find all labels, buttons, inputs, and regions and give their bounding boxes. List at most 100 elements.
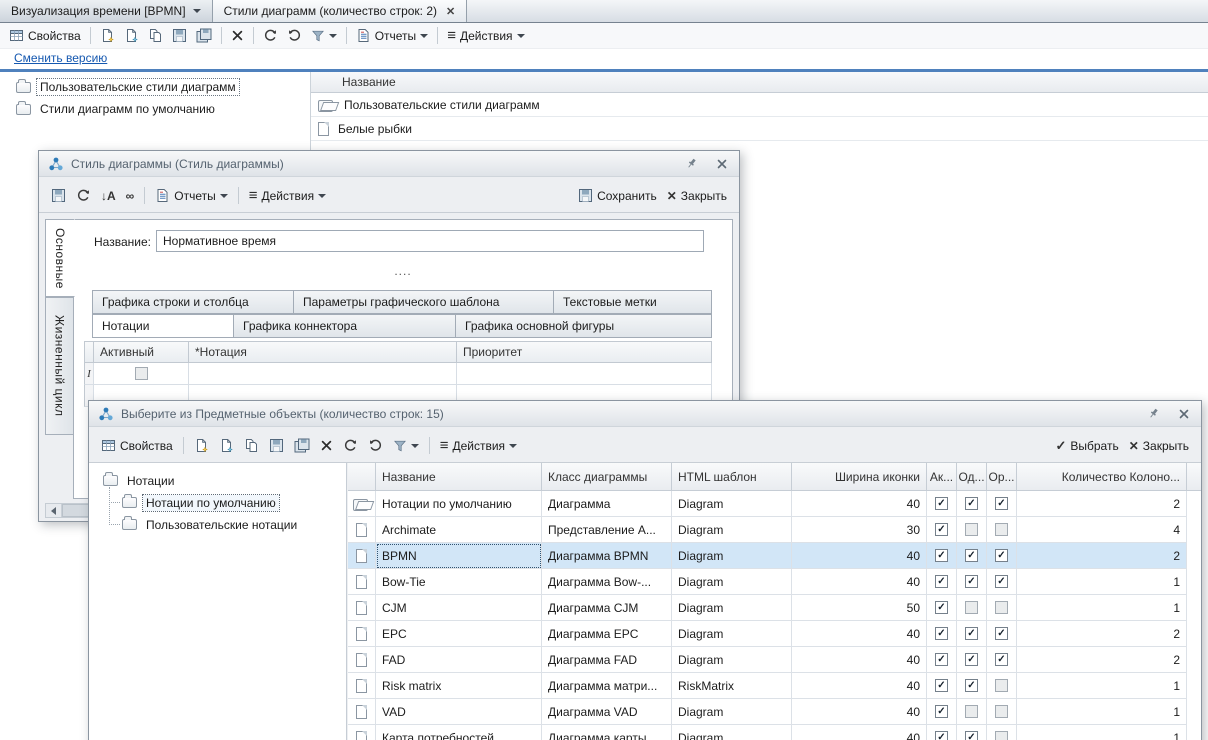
column-header-active[interactable]: Активный (94, 341, 189, 363)
reports-button[interactable]: Отчеты (353, 27, 431, 44)
tree-node-user-notations[interactable]: Пользовательские нотации (122, 515, 300, 534)
list-row-user-styles[interactable]: Пользовательские стили диаграмм (311, 93, 1208, 117)
grid-row-bow-tie[interactable]: Bow-Tie Диаграмма Bow-... Diagram 40 ✓ ✓… (348, 569, 1201, 595)
save-all-button[interactable] (291, 437, 313, 454)
grid-row-risk-matrix[interactable]: Risk matrix Диаграмма матри... RiskMatri… (348, 673, 1201, 699)
checkbox[interactable] (965, 601, 978, 614)
grid-row-default-notations[interactable]: Нотации по умолчанию Диаграмма Diagram 4… (348, 491, 1201, 517)
pin-button[interactable] (683, 157, 699, 171)
close-dialog-button[interactable] (1176, 407, 1192, 421)
pin-button[interactable] (1145, 407, 1161, 421)
dialog-titlebar[interactable]: Стиль диаграммы (Стиль диаграммы) (39, 151, 739, 177)
side-tab-general[interactable]: Основные (45, 219, 75, 297)
tree-item-user-styles[interactable]: Пользовательские стили диаграмм (16, 79, 239, 95)
checkbox[interactable] (965, 523, 978, 536)
tab-main-figure-graphics[interactable]: Графика основной фигуры (456, 314, 712, 338)
grid-row-cjm[interactable]: CJM Диаграмма CJM Diagram 50 ✓ 1 (348, 595, 1201, 621)
refresh-button[interactable] (340, 437, 361, 454)
checkbox[interactable] (995, 705, 1008, 718)
checkbox[interactable] (995, 731, 1008, 740)
copy-document-button[interactable] (145, 27, 166, 44)
grid-row-needs-map[interactable]: Карта потребностей Диаграмма карты... Di… (348, 725, 1201, 740)
column-header-name[interactable]: Название (376, 463, 542, 491)
close-tab-icon[interactable]: ✕ (446, 5, 455, 18)
new-from-template-button[interactable] (121, 27, 142, 44)
checkbox[interactable]: ✓ (935, 731, 948, 740)
delete-button[interactable] (228, 28, 247, 43)
checkbox[interactable]: ✓ (995, 653, 1008, 666)
checkbox[interactable]: ✓ (965, 627, 978, 640)
column-header-diagram-class[interactable]: Класс диаграммы (542, 463, 672, 491)
column-header-html-template[interactable]: HTML шаблон (672, 463, 792, 491)
checkbox[interactable] (995, 601, 1008, 614)
actions-button[interactable]: ≡ Действия (444, 27, 527, 44)
change-version-link[interactable]: Сменить версию (14, 51, 107, 65)
close-button[interactable]: ✕ Закрыть (664, 188, 730, 204)
select-button[interactable]: ✓ Выбрать (1052, 438, 1121, 454)
delete-button[interactable] (317, 438, 336, 453)
close-button[interactable]: ✕ Закрыть (1126, 438, 1192, 454)
save-all-button[interactable] (193, 27, 215, 44)
column-header-column-count[interactable]: Количество Колоно... (1017, 463, 1187, 491)
checkbox[interactable]: ✓ (965, 731, 978, 740)
checkbox[interactable]: ✓ (935, 575, 948, 588)
chevron-down-icon[interactable] (193, 9, 201, 13)
name-input[interactable] (156, 230, 704, 252)
tab-graphic-template-params[interactable]: Параметры графического шаблона (294, 290, 554, 314)
dialog-titlebar[interactable]: Выберите из Предметные объекты (количест… (89, 401, 1201, 427)
column-header-od[interactable]: Од... (957, 463, 987, 491)
tree-node-default-notations[interactable]: Нотации по умолчанию (122, 493, 279, 512)
splitter-handle[interactable]: .... (394, 264, 411, 278)
tab-time-visualization[interactable]: Визуализация времени [BPMN] (0, 0, 213, 22)
list-column-header-name[interactable]: Название (311, 72, 1208, 93)
column-header-ak[interactable]: Ак... (927, 463, 957, 491)
checkbox[interactable] (995, 523, 1008, 536)
checkbox[interactable]: ✓ (935, 653, 948, 666)
reports-button[interactable]: Отчеты (152, 187, 230, 204)
new-document-button[interactable] (97, 27, 118, 44)
checkbox[interactable]: ✓ (995, 549, 1008, 562)
save-and-close-button[interactable]: Сохранить (575, 187, 660, 204)
actions-button[interactable]: ≡ Действия (437, 437, 520, 454)
actions-button[interactable]: ≡ Действия (246, 187, 329, 204)
tab-notations[interactable]: Нотации (92, 314, 234, 338)
refresh-button[interactable] (73, 187, 94, 204)
grid-row-vad[interactable]: VAD Диаграмма VAD Diagram 40 ✓ 1 (348, 699, 1201, 725)
grid-row-archimate[interactable]: Archimate Представление A... Diagram 30 … (348, 517, 1201, 543)
checkbox[interactable] (965, 705, 978, 718)
checkbox[interactable]: ✓ (965, 497, 978, 510)
checkbox[interactable]: ✓ (935, 601, 948, 614)
save-button[interactable] (48, 187, 69, 204)
checkbox[interactable]: ✓ (935, 523, 948, 536)
copy-document-button[interactable] (241, 437, 262, 454)
column-header-notation[interactable]: *Нотация (189, 341, 457, 363)
side-tab-lifecycle[interactable]: Жизненный цикл (45, 297, 74, 435)
refresh-all-button[interactable] (284, 27, 305, 44)
save-button[interactable] (169, 27, 190, 44)
checkbox[interactable]: ✓ (995, 497, 1008, 510)
link-button[interactable]: ∞ (123, 189, 138, 203)
refresh-button[interactable] (260, 27, 281, 44)
new-from-template-button[interactable] (216, 437, 237, 454)
checkbox[interactable]: ✓ (935, 497, 948, 510)
column-header-or[interactable]: Ор... (987, 463, 1017, 491)
grid-row-bpmn[interactable]: BPMN Диаграмма BPMN Diagram 40 ✓ ✓ ✓ 2 (348, 543, 1201, 569)
scroll-left-button[interactable] (46, 504, 62, 517)
checkbox[interactable]: ✓ (965, 653, 978, 666)
checkbox[interactable]: ✓ (935, 705, 948, 718)
tab-connector-graphics[interactable]: Графика коннектора (234, 314, 456, 338)
sort-button[interactable]: ↓A (98, 189, 119, 203)
checkbox[interactable]: ✓ (965, 575, 978, 588)
tab-text-labels[interactable]: Текстовые метки (554, 290, 712, 314)
close-dialog-button[interactable] (714, 157, 730, 171)
filter-button[interactable] (308, 28, 340, 44)
filter-button[interactable] (390, 438, 422, 454)
checkbox[interactable]: ✓ (935, 549, 948, 562)
new-document-button[interactable] (191, 437, 212, 454)
checkbox[interactable]: ✓ (965, 679, 978, 692)
properties-button[interactable]: Свойства (98, 437, 176, 454)
tab-row-column-graphics[interactable]: Графика строки и столбца (92, 290, 294, 314)
save-button[interactable] (266, 437, 287, 454)
checkbox[interactable] (995, 679, 1008, 692)
grid-row-epc[interactable]: EPC Диаграмма EPC Diagram 40 ✓ ✓ ✓ 2 (348, 621, 1201, 647)
